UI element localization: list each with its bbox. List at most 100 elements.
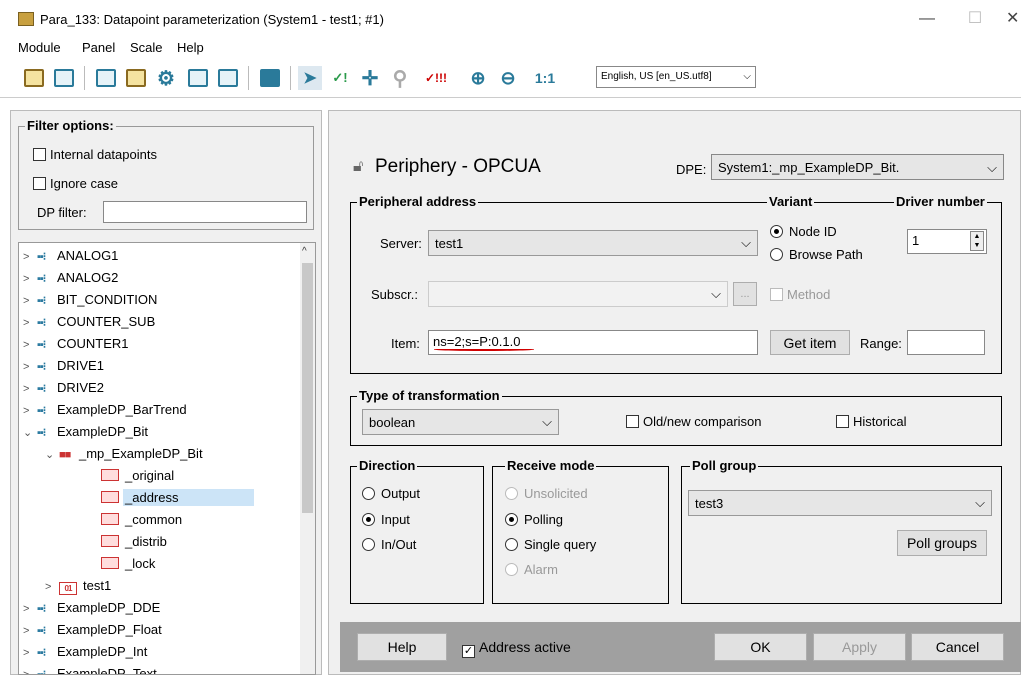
datapoint-tree[interactable]: > ▪▪⁝ ANALOG1 > ▪▪⁝ ANALOG2 > ▪▪⁝ BIT_CONDITION >…: [18, 242, 316, 675]
move-icon[interactable]: ✛: [358, 66, 382, 90]
chevron-right-icon[interactable]: >: [45, 576, 59, 598]
pointer-icon[interactable]: ➤: [298, 66, 322, 90]
chevron-right-icon[interactable]: >: [23, 290, 37, 312]
radio-dot: [505, 538, 518, 551]
server-select[interactable]: test1 ⌵: [428, 230, 758, 256]
tree-item[interactable]: > ▪▪⁝ COUNTER1: [23, 333, 129, 355]
tree-item[interactable]: _common: [87, 509, 182, 531]
old-new-comparison-checkbox[interactable]: Old/new comparison: [626, 414, 762, 429]
tree-item[interactable]: > ▪▪⁝ COUNTER_SUB: [23, 311, 155, 333]
poll-group-value: test3: [695, 495, 724, 511]
config-icon: [101, 535, 119, 547]
spin-arrows-icon[interactable]: ▲ ▼: [970, 231, 984, 251]
scroll-up-icon[interactable]: ^: [302, 246, 307, 257]
polling-radio[interactable]: Polling: [505, 512, 563, 527]
close-button[interactable]: ✕: [1006, 6, 1021, 32]
chevron-right-icon[interactable]: >: [23, 356, 37, 378]
address-active-checkbox[interactable]: ✓ Address active: [462, 639, 571, 658]
expand-icon[interactable]: [94, 66, 118, 90]
tree-item[interactable]: > ▪▪⁝ ExampleDP_Text: [23, 663, 157, 674]
historical-checkbox[interactable]: Historical: [836, 414, 906, 429]
tree-item[interactable]: > ▪▪⁝ ExampleDP_Int: [23, 641, 147, 663]
dp-filter-input[interactable]: [103, 201, 307, 223]
language-select[interactable]: English, US [en_US.utf8] ⌵: [596, 66, 756, 88]
close-panel-icon[interactable]: [52, 66, 76, 90]
chevron-down-icon: ⌵: [542, 414, 552, 429]
input-radio[interactable]: Input: [362, 512, 410, 527]
browse-path-radio[interactable]: Browse Path: [770, 247, 863, 262]
check-icon[interactable]: ✓!: [328, 66, 352, 90]
internal-datapoints-checkbox[interactable]: Internal datapoints: [33, 147, 157, 162]
item-input[interactable]: ns=2;s=P:0.1.0: [428, 330, 758, 355]
zoom-out-icon[interactable]: ⊖: [496, 66, 520, 90]
alarm-radio[interactable]: Alarm: [505, 562, 558, 577]
minimize-button[interactable]: —: [912, 6, 942, 32]
unsolicited-radio[interactable]: Unsolicited: [505, 486, 588, 501]
cancel-button[interactable]: Cancel: [911, 633, 1004, 661]
chevron-down-icon[interactable]: ⌄: [45, 444, 59, 466]
tree-item[interactable]: ⌄ ▪▪⁝ ExampleDP_Bit: [23, 421, 148, 443]
output-radio[interactable]: Output: [362, 486, 420, 501]
tree-item[interactable]: > ▪▪⁝ ANALOG2: [23, 267, 118, 289]
chevron-down-icon[interactable]: ⌄: [23, 422, 37, 444]
ok-button[interactable]: OK: [714, 633, 807, 661]
apply-button[interactable]: Apply: [813, 633, 906, 661]
tree-item[interactable]: > ▪▪⁝ ExampleDP_DDE: [23, 597, 160, 619]
method-checkbox[interactable]: Method: [770, 287, 830, 302]
chevron-right-icon[interactable]: >: [23, 664, 37, 674]
config-icon: [101, 491, 119, 503]
tree-item[interactable]: _address: [87, 487, 255, 509]
chevron-right-icon[interactable]: >: [23, 620, 37, 642]
tree-item[interactable]: > ▪▪⁝ ExampleDP_Float: [23, 619, 162, 641]
tree-item[interactable]: > ▪▪⁝ ANALOG1: [23, 245, 118, 267]
chevron-right-icon[interactable]: >: [23, 246, 37, 268]
chevron-right-icon[interactable]: >: [23, 378, 37, 400]
settings-gear-icon[interactable]: ⚙: [154, 66, 178, 90]
chevron-right-icon[interactable]: >: [23, 312, 37, 334]
chart-icon[interactable]: [216, 66, 240, 90]
menu-scale[interactable]: Scale: [130, 40, 163, 55]
transformation-select[interactable]: boolean ⌵: [362, 409, 559, 435]
tree-item[interactable]: ⌄ ■■ _mp_ExampleDP_Bit: [45, 443, 203, 465]
menu-panel[interactable]: Panel: [82, 40, 115, 55]
tree-item[interactable]: > ▪▪⁝ DRIVE1: [23, 355, 104, 377]
inout-radio[interactable]: In/Out: [362, 537, 416, 552]
tree-item[interactable]: _distrib: [87, 531, 167, 553]
maximize-button[interactable]: ☐: [960, 6, 990, 32]
tree-item[interactable]: >01 test1: [45, 575, 111, 597]
print-icon[interactable]: [258, 66, 282, 90]
menu-help[interactable]: Help: [177, 40, 204, 55]
zoom-in-icon[interactable]: ⊕: [466, 66, 490, 90]
zoom-reset-button[interactable]: 1:1: [530, 66, 560, 90]
tree-item[interactable]: _original: [87, 465, 174, 487]
tree-item[interactable]: _lock: [87, 553, 155, 575]
chevron-right-icon[interactable]: >: [23, 598, 37, 620]
subscription-browse-button[interactable]: ...: [733, 282, 757, 306]
table-icon[interactable]: [186, 66, 210, 90]
chevron-right-icon[interactable]: >: [23, 334, 37, 356]
node-id-radio[interactable]: Node ID: [770, 224, 837, 239]
tree-scroll-thumb[interactable]: [302, 263, 313, 513]
driver-number-legend: Driver number: [894, 194, 987, 209]
get-item-button[interactable]: Get item: [770, 330, 850, 355]
single-query-radio[interactable]: Single query: [505, 537, 596, 552]
menu-module[interactable]: Module: [18, 40, 61, 55]
subscription-select[interactable]: ⌵: [428, 281, 728, 307]
tree-item[interactable]: > ▪▪⁝ BIT_CONDITION: [23, 289, 157, 311]
ignore-case-checkbox[interactable]: Ignore case: [33, 176, 118, 191]
help-button[interactable]: Help: [357, 633, 447, 661]
dpe-select[interactable]: System1:_mp_ExampleDP_Bit. ⌵: [711, 154, 1004, 180]
poll-group-select[interactable]: test3 ⌵: [688, 490, 992, 516]
check-all-icon[interactable]: ✓!!!: [424, 66, 448, 90]
tree-item[interactable]: > ▪▪⁝ ExampleDP_BarTrend: [23, 399, 187, 421]
datapoint-icon: ▪▪⁝: [37, 339, 46, 351]
range-input[interactable]: [907, 330, 985, 355]
chevron-right-icon[interactable]: >: [23, 400, 37, 422]
search-icon[interactable]: ⚲: [388, 66, 412, 90]
datapoint-icon[interactable]: [22, 66, 46, 90]
dp-struct-icon[interactable]: [124, 66, 148, 90]
poll-groups-button[interactable]: Poll groups: [897, 530, 987, 556]
chevron-right-icon[interactable]: >: [23, 642, 37, 664]
chevron-right-icon[interactable]: >: [23, 268, 37, 290]
tree-item[interactable]: > ▪▪⁝ DRIVE2: [23, 377, 104, 399]
